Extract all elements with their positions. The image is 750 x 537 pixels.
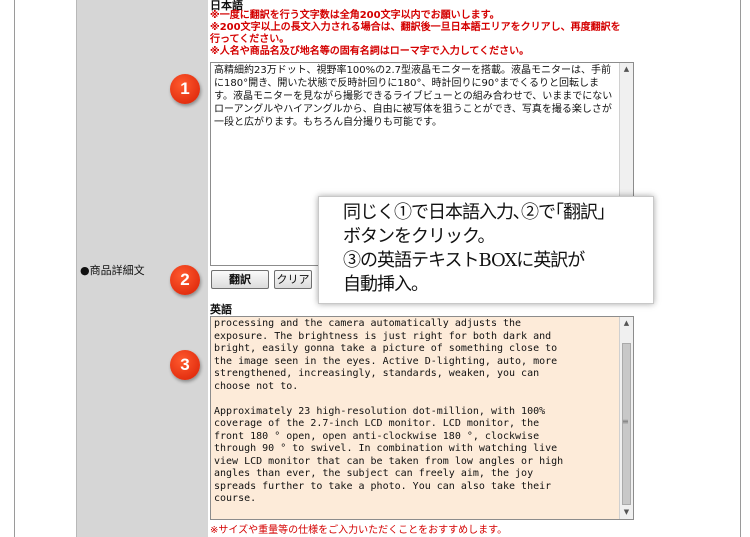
step-2-marker: 2 — [170, 265, 200, 295]
scroll-up-icon[interactable]: ▲ — [620, 317, 633, 330]
english-section-title: 英語 — [210, 303, 232, 316]
callout-line: 自動挿入。 — [343, 274, 429, 295]
callout-text: 同じく①で日本語入力､②で｢翻訳｣ ボタンをクリック。 ③の英語テキストBOXに… — [343, 201, 606, 297]
instruction-callout: 同じく①で日本語入力､②で｢翻訳｣ ボタンをクリック。 ③の英語テキストBOXに… — [318, 196, 654, 304]
callout-line: ボタンをクリック。 — [343, 226, 496, 247]
bottom-note: ※サイズや重量等の仕様をご入力いただくことをおすすめします。 — [210, 525, 508, 536]
english-scrollbar[interactable]: ▲ ≡ ▼ — [619, 317, 633, 519]
step-3-marker: 3 — [170, 350, 200, 380]
table-border-left — [14, 0, 15, 537]
english-textarea[interactable]: processing and the camera automatically … — [210, 316, 634, 520]
note-line: 行ってください。 — [210, 34, 290, 45]
translate-button[interactable]: 翻訳 — [211, 270, 269, 289]
note-line: ※200文字以上の長文入力される場合は、翻訳後一旦日本語エリアをクリアし、再度翻… — [210, 22, 621, 33]
callout-line: 同じく①で日本語入力､②で｢翻訳｣ — [343, 202, 606, 223]
japanese-notes: ※一度に翻訳を行う文字数は全角200文字以内でお願いします。 ※200文字以上の… — [210, 10, 666, 58]
product-description-label: ●商品詳細文 — [80, 264, 145, 277]
note-line: ※人名や商品名及び地名等の固有名詞はローマ字で入力してください。 — [210, 46, 530, 57]
table-border-right — [740, 0, 741, 537]
scroll-down-icon[interactable]: ▼ — [620, 506, 633, 519]
step-1-marker: 1 — [170, 74, 200, 104]
clear-button[interactable]: クリア — [274, 270, 312, 289]
callout-line: ③の英語テキストBOXに英訳が — [343, 250, 585, 271]
scroll-up-icon[interactable]: ▲ — [620, 63, 633, 76]
english-textarea-value: processing and the camera automatically … — [214, 318, 564, 504]
note-line: ※一度に翻訳を行う文字数は全角200文字以内でお願いします。 — [210, 10, 500, 21]
scroll-grip-icon: ≡ — [622, 417, 629, 426]
